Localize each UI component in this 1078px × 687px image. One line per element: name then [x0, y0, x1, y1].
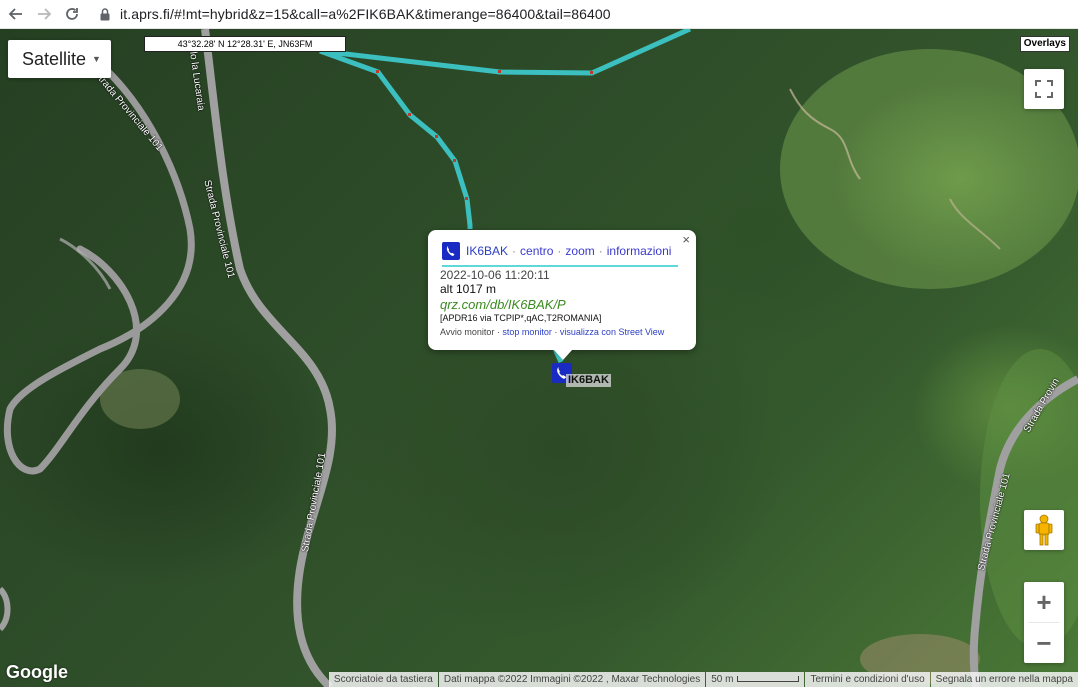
back-arrow-icon[interactable]: [4, 2, 28, 26]
forward-arrow-icon[interactable]: [32, 2, 56, 26]
popup-callsign-link[interactable]: IK6BAK: [466, 244, 508, 258]
popup-path: [APDR16 via TCPIP*,qAC,T2ROMANIA]: [440, 313, 602, 323]
separator: ·: [512, 244, 517, 258]
reload-icon[interactable]: [60, 2, 84, 26]
popup-divider: [442, 265, 678, 267]
browser-toolbar: it.aprs.fi/#!mt=hybrid&z=15&call=a%2FIK6…: [0, 0, 1078, 29]
cursor-coordinates: 43°32.28' N 12°28.31' E, JN63FM: [144, 36, 346, 52]
zoom-control: + −: [1024, 582, 1064, 663]
address-bar[interactable]: it.aprs.fi/#!mt=hybrid&z=15&call=a%2FIK6…: [120, 6, 611, 22]
popup-timestamp: 2022-10-06 11:20:11: [440, 268, 550, 282]
pegman-icon: [1035, 514, 1053, 546]
zoom-in-button[interactable]: +: [1024, 582, 1064, 622]
scale-label: 50 m: [711, 674, 734, 685]
fullscreen-button[interactable]: [1024, 69, 1064, 109]
qrz-link[interactable]: qrz.com/db/IK6BAK/P: [440, 297, 566, 312]
overlays-button[interactable]: Overlays: [1019, 36, 1070, 52]
popup-monitor-row: Avvio monitor · stop monitor · visualizz…: [440, 327, 664, 337]
station-label[interactable]: IK6BAK: [566, 374, 611, 387]
fullscreen-icon: [1035, 80, 1053, 98]
map-type-selector[interactable]: Satellite ▼: [8, 40, 111, 78]
lock-icon: [100, 7, 112, 21]
google-logo[interactable]: Google: [6, 662, 68, 683]
zoom-out-button[interactable]: −: [1024, 623, 1064, 663]
map-type-label: Satellite: [22, 48, 87, 69]
report-error-link[interactable]: Segnala un errore nella mappa: [930, 672, 1078, 687]
station-info-popup: × IK6BAK · centro · zoom · informazioni …: [428, 230, 696, 360]
map-canvas[interactable]: lo la Lucaraia Strada Provinciale 101 St…: [0, 29, 1078, 687]
separator: ·: [557, 244, 562, 258]
caret-down-icon: ▼: [92, 54, 101, 64]
zoom-link[interactable]: zoom: [565, 244, 594, 258]
car-phone-icon: [442, 242, 460, 260]
popup-altitude: alt 1017 m: [440, 282, 497, 296]
terms-link[interactable]: Termini e condizioni d'uso: [805, 672, 930, 687]
street-view-link[interactable]: visualizza con Street View: [560, 327, 664, 337]
center-link[interactable]: centro: [520, 244, 553, 258]
map-data-credit: Dati mappa ©2022 Immagini ©2022 , Maxar …: [438, 672, 706, 687]
info-link[interactable]: informazioni: [607, 244, 672, 258]
street-view-pegman[interactable]: [1024, 510, 1064, 550]
scale-bar: [737, 676, 800, 683]
scale-indicator[interactable]: 50 m: [706, 672, 805, 687]
separator: ·: [598, 244, 603, 258]
map-roads-layer: [0, 29, 1078, 687]
stop-monitor-link[interactable]: stop monitor: [502, 327, 552, 337]
popup-header: IK6BAK · centro · zoom · informazioni: [442, 242, 671, 260]
keyboard-shortcuts-link[interactable]: Scorciatoie da tastiera: [328, 672, 438, 687]
close-icon[interactable]: ×: [682, 232, 690, 247]
monitor-label: Avvio monitor: [440, 327, 495, 337]
map-attribution: Scorciatoie da tastiera Dati mappa ©2022…: [328, 672, 1078, 687]
